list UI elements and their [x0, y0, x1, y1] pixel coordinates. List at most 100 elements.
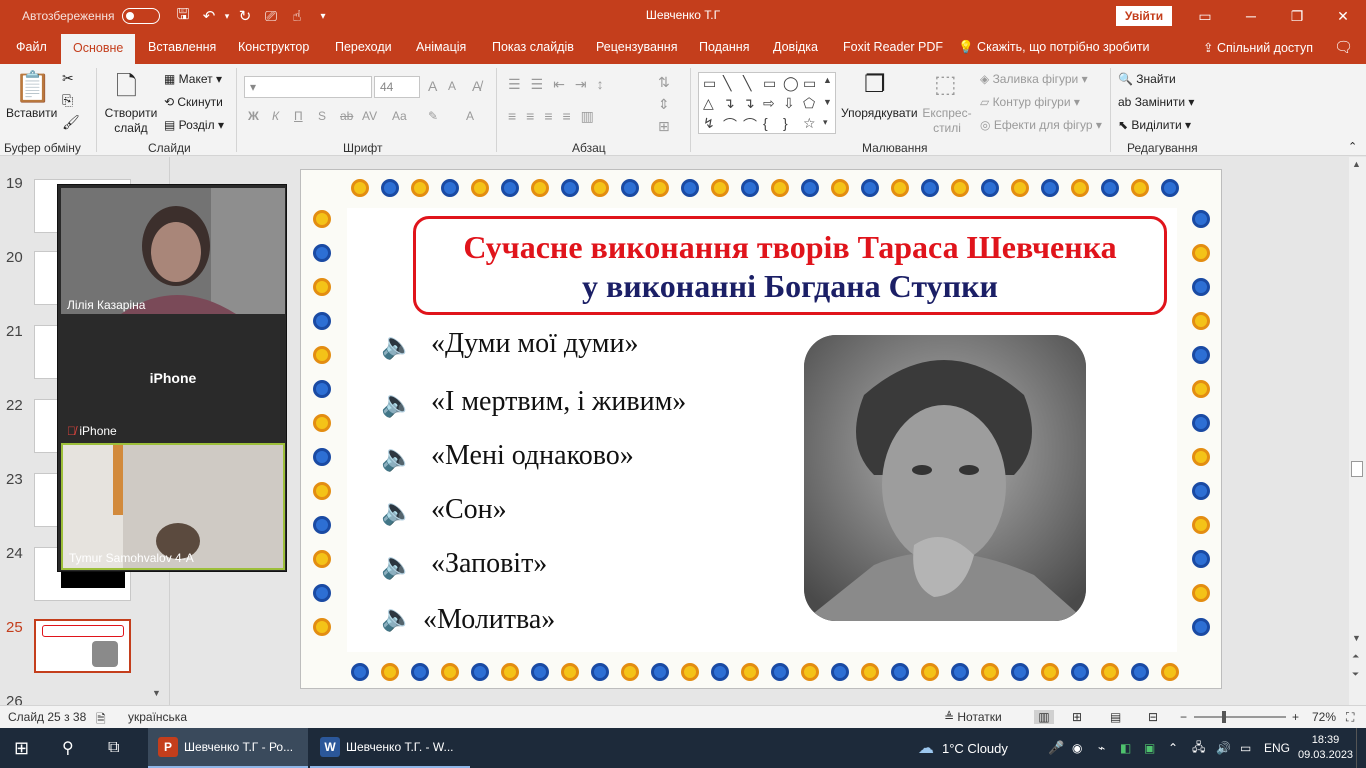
tray-app-icon[interactable]: ◧ — [1120, 728, 1131, 768]
maximize-button[interactable]: ❐ — [1274, 0, 1320, 32]
zoom-in-icon[interactable]: + — [1292, 710, 1299, 724]
video-tile[interactable]: Лілія Казаріна — [61, 188, 285, 314]
language-indicator[interactable]: українська — [128, 710, 187, 724]
reading-view-icon[interactable]: ▤ — [1110, 710, 1121, 724]
autosave-control[interactable]: Автозбереження — [22, 7, 161, 25]
chevron-up-icon[interactable]: ⌃ — [1168, 728, 1178, 768]
bold-button[interactable]: Ж — [248, 109, 259, 123]
tab-home[interactable]: Основне — [61, 34, 136, 64]
new-slide-button[interactable]: Створити слайд — [104, 106, 158, 136]
arrange-icon[interactable]: ❐ — [864, 70, 886, 99]
current-slide[interactable]: Сучасне виконання творів Тараса Шевченка… — [300, 169, 1222, 689]
zoom-out-icon[interactable]: − — [1180, 710, 1187, 724]
copy-icon[interactable]: ⎘ — [62, 92, 73, 109]
paste-button[interactable]: Вставити — [6, 106, 57, 120]
zoom-slider[interactable] — [1194, 711, 1286, 723]
tell-me-box[interactable]: 💡 Скажіть, що потрібно зробити — [958, 40, 1150, 55]
tray-app-icon[interactable]: ▣ — [1144, 728, 1155, 768]
scroll-down-icon[interactable]: ▼ — [152, 688, 161, 698]
tab-file[interactable]: Файл — [16, 40, 47, 54]
speaker-icon[interactable]: 🔈 — [381, 496, 413, 527]
customize-icon[interactable]: ▾ — [310, 11, 336, 22]
section-button[interactable]: ▤ Розділ ▾ — [164, 118, 224, 132]
tab-animations[interactable]: Анімація — [416, 40, 466, 54]
underline-button[interactable]: П — [294, 109, 303, 123]
editor-scrollbar[interactable]: ▲ ▼ ⏶ ⏷ — [1349, 157, 1366, 705]
weather-widget[interactable]: ☁ 1°C Cloudy — [918, 728, 1008, 768]
notes-button[interactable]: ≜ Нотатки — [944, 710, 1002, 724]
slide-sorter-icon[interactable]: ⊞ — [1072, 710, 1082, 724]
select-button[interactable]: ⬉ Виділити ▾ — [1118, 118, 1191, 132]
redo-icon[interactable]: ↻ — [232, 7, 258, 25]
list-icons[interactable]: ☰☰⇤⇥↕ — [508, 76, 614, 93]
scroll-up-icon[interactable]: ▲ — [1352, 159, 1361, 169]
clear-format-icon[interactable]: A̸ — [472, 78, 481, 94]
clock[interactable]: 18:39 09.03.2023 — [1298, 728, 1353, 768]
tab-slideshow[interactable]: Показ слайдів — [492, 40, 574, 54]
alignment-icons[interactable]: ≡≡≡≡▥ — [508, 108, 604, 125]
strikethrough-button[interactable]: ab — [340, 109, 353, 123]
taskbar-app-powerpoint[interactable]: P Шевченко Т.Г - Ро... — [148, 728, 308, 768]
save-icon[interactable]: 🖫 — [170, 4, 196, 29]
prev-slide-icon[interactable]: ⏶ — [1352, 651, 1359, 662]
quick-styles-button[interactable]: Експрес-стилі — [921, 106, 973, 136]
arrange-button[interactable]: Упорядкувати — [841, 106, 918, 120]
tab-foxit[interactable]: Foxit Reader PDF — [843, 40, 943, 54]
speaker-icon[interactable]: 🔈 — [381, 602, 413, 633]
autosave-toggle[interactable] — [122, 8, 161, 24]
tab-transitions[interactable]: Переходи — [335, 40, 392, 54]
increase-font-icon[interactable]: A — [428, 78, 437, 94]
usb-icon[interactable]: ⌁ — [1098, 728, 1105, 768]
video-tile-active-speaker[interactable]: Tymur Samohvalov 4-А — [61, 443, 285, 570]
slideshow-icon[interactable]: ⊟ — [1148, 710, 1158, 724]
font-color-icon[interactable]: A — [466, 109, 474, 123]
font-size-select[interactable]: 44 — [374, 76, 420, 98]
shape-effects-button[interactable]: ◎ Ефекти для фігур ▾ — [980, 118, 1102, 132]
zoom-app-icon[interactable]: ◉ — [1072, 728, 1082, 768]
speaker-icon[interactable]: 🔈 — [381, 330, 413, 361]
paste-icon[interactable]: 📋 — [14, 70, 51, 105]
change-case-button[interactable]: Aa — [392, 109, 407, 123]
smartart-icon[interactable]: ⊞ — [658, 118, 670, 135]
shape-outline-button[interactable]: ▱ Контур фігури ▾ — [980, 95, 1080, 109]
undo-dropdown-icon[interactable]: ▾ — [222, 11, 232, 22]
shadow-button[interactable]: S — [318, 109, 326, 123]
scroll-down-icon[interactable]: ▼ — [1352, 633, 1361, 643]
minimize-button[interactable]: ─ — [1228, 0, 1274, 32]
sign-in-button[interactable]: Увійти — [1116, 6, 1172, 26]
replace-button[interactable]: ab Замінити ▾ — [1118, 95, 1194, 109]
speaker-icon[interactable]: 🔈 — [381, 550, 413, 581]
highlight-icon[interactable]: ✎ — [428, 109, 438, 123]
cut-icon[interactable]: ✂ — [62, 70, 74, 87]
italic-button[interactable]: К — [272, 109, 279, 123]
comments-icon[interactable]: 🗨 — [1334, 38, 1353, 56]
search-icon[interactable]: ⚲ — [62, 728, 74, 768]
windows-start-icon[interactable]: ⊞ — [14, 728, 29, 768]
fit-to-window-icon[interactable]: ⛶ — [1346, 710, 1354, 725]
scroll-thumb[interactable] — [1351, 461, 1363, 477]
tab-design[interactable]: Конструктор — [238, 40, 309, 54]
undo-icon[interactable]: ↶ — [196, 7, 222, 25]
zoom-level[interactable]: 72% — [1312, 710, 1336, 724]
speaker-icon[interactable]: 🔈 — [381, 388, 413, 419]
normal-view-icon[interactable]: ▥ — [1034, 710, 1054, 724]
touch-icon[interactable]: ☝ — [284, 7, 310, 25]
next-slide-icon[interactable]: ⏷ — [1352, 669, 1359, 680]
tab-review[interactable]: Рецензування — [596, 40, 677, 54]
reset-button[interactable]: ⟲ Скинути — [164, 95, 223, 109]
share-button[interactable]: ⇪ Спільний доступ — [1203, 40, 1313, 55]
show-desktop-button[interactable] — [1356, 728, 1366, 768]
close-button[interactable]: ✕ — [1320, 0, 1366, 32]
portrait-photo[interactable] — [804, 335, 1086, 621]
format-painter-icon[interactable]: 🖌 — [62, 114, 80, 131]
slide-thumbnail-active[interactable] — [34, 619, 131, 673]
video-tile[interactable]: iPhone 🎙̸ iPhone — [61, 316, 285, 440]
shape-fill-button[interactable]: ◈ Заливка фігури ▾ — [980, 72, 1088, 86]
task-view-icon[interactable]: ⧉ — [108, 728, 119, 768]
quick-styles-icon[interactable]: ⬚ — [934, 70, 957, 99]
text-direction-icon[interactable]: ⇅ — [658, 74, 670, 91]
present-icon[interactable]: ⎚ — [258, 8, 284, 25]
microphone-icon[interactable]: 🎤 — [1048, 728, 1064, 768]
battery-icon[interactable]: ▭ — [1240, 728, 1251, 768]
spacing-button[interactable]: AV — [362, 109, 377, 123]
